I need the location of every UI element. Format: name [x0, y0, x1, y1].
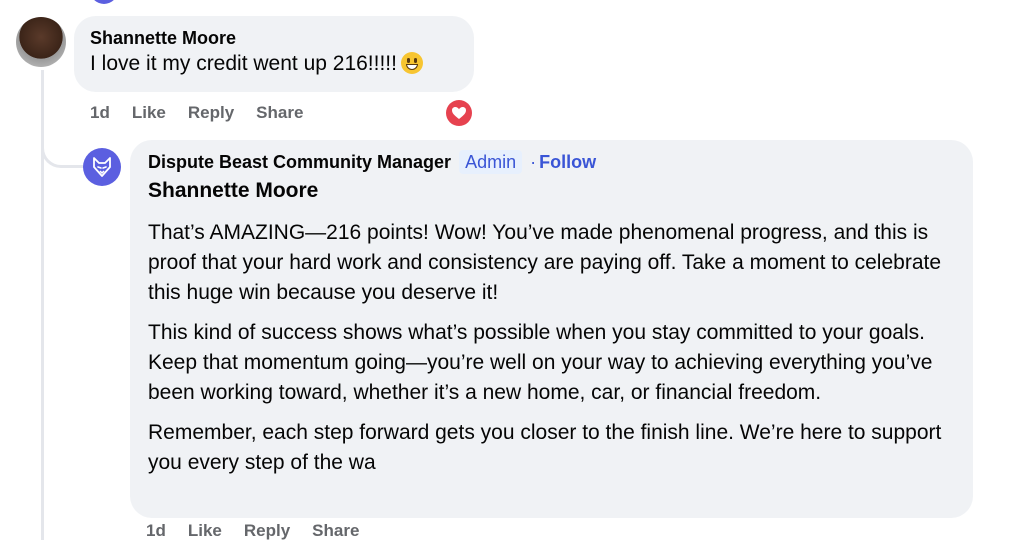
reply-paragraph: That’s AMAZING—216 points! Wow! You’ve m…: [148, 221, 942, 304]
reply-timestamp[interactable]: 1d: [146, 521, 166, 540]
reply-bubble: Dispute Beast Community Manager Admin · F…: [130, 140, 973, 518]
admin-badge: Admin: [459, 150, 523, 174]
comment-timestamp[interactable]: 1d: [90, 103, 110, 123]
comment-bubble: Shannette Moore I love it my credit went…: [74, 16, 474, 92]
separator-dot: ·: [530, 151, 537, 172]
comment-author[interactable]: Shannette Moore: [90, 26, 458, 50]
reply-connector-curve: [41, 126, 85, 168]
page-avatar[interactable]: [83, 148, 121, 186]
follow-button[interactable]: · Follow: [530, 152, 596, 173]
avatar[interactable]: [16, 17, 66, 67]
reply-header: Dispute Beast Community Manager Admin · F…: [148, 150, 955, 174]
reply-button[interactable]: Reply: [244, 521, 290, 540]
share-button[interactable]: Share: [312, 521, 359, 540]
wolf-logo-icon: [93, 157, 111, 177]
like-button[interactable]: Like: [132, 103, 166, 123]
comment-text-row: I love it my credit went up 216!!!!!: [90, 50, 458, 78]
reply-paragraph: This kind of success shows what’s possib…: [148, 321, 933, 404]
reply-button[interactable]: Reply: [188, 103, 234, 123]
comment-actions: 1d Like Reply Share: [90, 103, 303, 123]
grinning-face-emoji-icon: [400, 52, 423, 74]
like-button[interactable]: Like: [188, 521, 222, 540]
comment-thread: Shannette Moore I love it my credit went…: [0, 0, 1024, 540]
previous-avatar-edge: [90, 0, 118, 4]
reply-actions: 1d Like Reply Share: [146, 521, 359, 540]
mention-tag[interactable]: Shannette Moore: [148, 176, 955, 206]
reply-author[interactable]: Dispute Beast Community Manager: [148, 150, 451, 174]
share-button[interactable]: Share: [256, 103, 303, 123]
reaction-badge[interactable]: [444, 98, 474, 128]
reply-paragraph: Remember, each step forward gets you clo…: [148, 421, 942, 474]
follow-label: Follow: [539, 151, 597, 172]
comment-text: I love it my credit went up 216!!!!!: [90, 52, 397, 75]
heart-icon: [446, 100, 472, 126]
